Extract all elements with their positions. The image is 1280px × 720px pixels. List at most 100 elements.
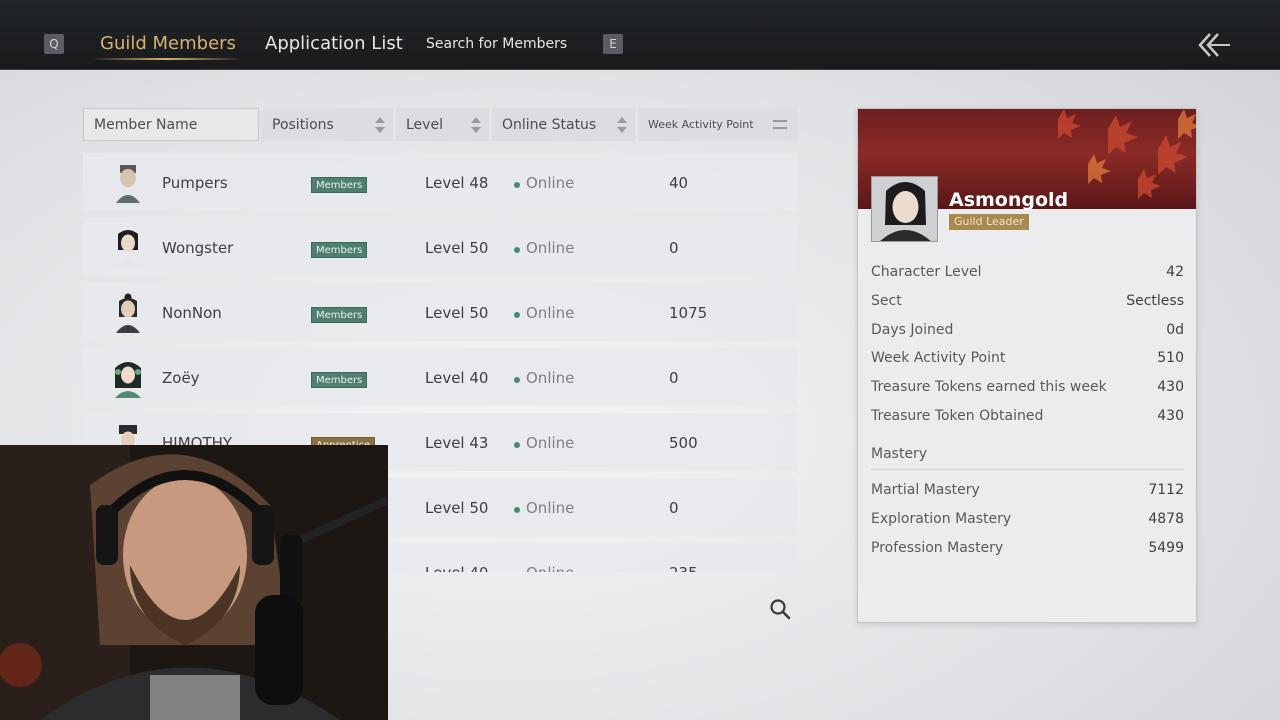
stat-label: Days Joined [871, 322, 954, 338]
member-level: Level 40 [425, 564, 488, 572]
stat-row: Days Joined 0d [871, 322, 1184, 344]
stat-value: 0d [1166, 322, 1184, 338]
mastery-row: Profession Mastery 5499 [871, 540, 1184, 562]
leader-avatar [871, 176, 938, 242]
online-status: Online [526, 304, 575, 322]
active-tab-underline [90, 58, 243, 60]
key-hint-e: E [603, 34, 623, 54]
search-icon[interactable] [769, 598, 791, 620]
streamer-webcam-overlay [0, 445, 388, 720]
mastery-value: 7112 [1148, 482, 1184, 498]
week-activity-points: 0 [669, 239, 679, 257]
online-status: Online [526, 499, 575, 517]
stat-label: Sect [871, 293, 902, 309]
stat-value: 510 [1157, 350, 1184, 366]
column-header-online-status[interactable]: Online Status [492, 108, 635, 141]
table-row[interactable]: Wongster Members Level 50 Online 0 [83, 218, 797, 276]
leader-name: Asmongold [949, 189, 1069, 211]
online-status: Online [526, 434, 575, 452]
mastery-label: Profession Mastery [871, 540, 1004, 556]
member-name: Wongster [162, 239, 234, 257]
stat-label: Treasure Tokens earned this week [871, 379, 1107, 395]
week-activity-points: 500 [669, 434, 698, 452]
member-avatar-icon [115, 362, 141, 398]
online-dot-icon [514, 442, 520, 448]
online-dot-icon [514, 312, 520, 318]
column-header-label: Member Name [94, 116, 198, 133]
online-dot-icon [514, 377, 520, 383]
member-avatar-icon [116, 293, 140, 333]
sort-arrows-icon [375, 117, 385, 133]
leader-role-badge: Guild Leader [949, 214, 1029, 230]
online-dot-icon [514, 247, 520, 253]
member-name: NonNon [162, 304, 222, 322]
member-name: Zoëy [162, 369, 200, 387]
tab-search-for-members[interactable]: Search for Members [426, 36, 567, 52]
divider [871, 469, 1184, 470]
column-header-member-name[interactable]: Member Name [83, 108, 259, 141]
column-header-week-activity-point[interactable]: Week Activity Point [638, 108, 797, 141]
week-activity-points: 40 [669, 174, 689, 192]
online-status: Online [526, 239, 575, 257]
column-header-label: Level [406, 116, 443, 133]
leader-portrait-icon [872, 177, 937, 241]
mastery-value: 5499 [1148, 540, 1184, 556]
member-level: Level 43 [425, 434, 489, 452]
sort-arrows-icon [471, 117, 481, 133]
table-row[interactable]: NonNon Members Level 50 Online 1075 [83, 283, 797, 341]
table-row[interactable]: Pumpers Members Level 48 Online 40 [83, 153, 797, 211]
stat-label: Week Activity Point [871, 350, 1006, 366]
filter-lines-icon [773, 120, 787, 129]
member-profile-card: Asmongold Guild Leader Character Level 4… [857, 108, 1197, 623]
stat-label: Treasure Token Obtained [871, 408, 1044, 424]
stat-value: 430 [1157, 379, 1184, 395]
member-level: Level 48 [425, 174, 489, 192]
stat-row: Sect Sectless [871, 293, 1184, 315]
online-status: Online [526, 174, 575, 192]
online-status: Online [526, 564, 574, 572]
column-header-label: Positions [272, 116, 334, 133]
week-activity-points: 0 [669, 369, 679, 387]
mastery-value: 4878 [1148, 511, 1184, 527]
member-name: Pumpers [162, 174, 228, 192]
position-badge: Members [311, 372, 368, 388]
member-level: Level 50 [425, 304, 489, 322]
tab-application-list[interactable]: Application List [265, 33, 403, 54]
tab-guild-members[interactable]: Guild Members [100, 33, 236, 54]
online-dot-icon [514, 182, 520, 188]
stat-value: Sectless [1126, 293, 1184, 309]
sort-arrows-icon [617, 117, 627, 133]
online-status: Online [526, 369, 575, 387]
stat-row: Week Activity Point 510 [871, 350, 1184, 372]
mastery-row: Exploration Mastery 4878 [871, 511, 1184, 533]
position-badge: Members [311, 177, 368, 193]
week-activity-points: 1075 [669, 304, 708, 322]
member-level: Level 50 [425, 499, 489, 517]
member-level: Level 50 [425, 239, 489, 257]
stat-row: Treasure Tokens earned this week 430 [871, 379, 1184, 401]
position-badge: Members [311, 307, 368, 323]
back-button[interactable] [1196, 30, 1236, 60]
online-dot-icon [514, 507, 520, 513]
mastery-label: Exploration Mastery [871, 511, 1012, 527]
stat-row: Character Level 42 [871, 264, 1184, 286]
stat-value: 42 [1166, 264, 1184, 280]
key-hint-q: Q [44, 34, 64, 54]
member-level: Level 40 [425, 369, 489, 387]
member-avatar-icon [116, 230, 140, 268]
column-header-level[interactable]: Level [396, 108, 489, 141]
week-activity-points: 235 [669, 564, 698, 572]
top-navigation-bar: Q Guild Members Application List Search … [0, 0, 1280, 70]
member-avatar-icon [116, 165, 140, 203]
column-header-positions[interactable]: Positions [262, 108, 393, 141]
column-header-label: Online Status [502, 116, 597, 133]
mastery-row: Martial Mastery 7112 [871, 482, 1184, 504]
stat-row: Treasure Token Obtained 430 [871, 408, 1184, 430]
position-badge: Members [311, 242, 368, 258]
table-row[interactable]: Zoëy Members Level 40 Online 0 [83, 348, 797, 406]
stat-label: Character Level [871, 264, 982, 280]
mastery-section-title: Mastery [871, 446, 928, 462]
stat-value: 430 [1157, 408, 1184, 424]
double-chevron-left-arrow-icon [1198, 33, 1230, 57]
mastery-label: Martial Mastery [871, 482, 980, 498]
